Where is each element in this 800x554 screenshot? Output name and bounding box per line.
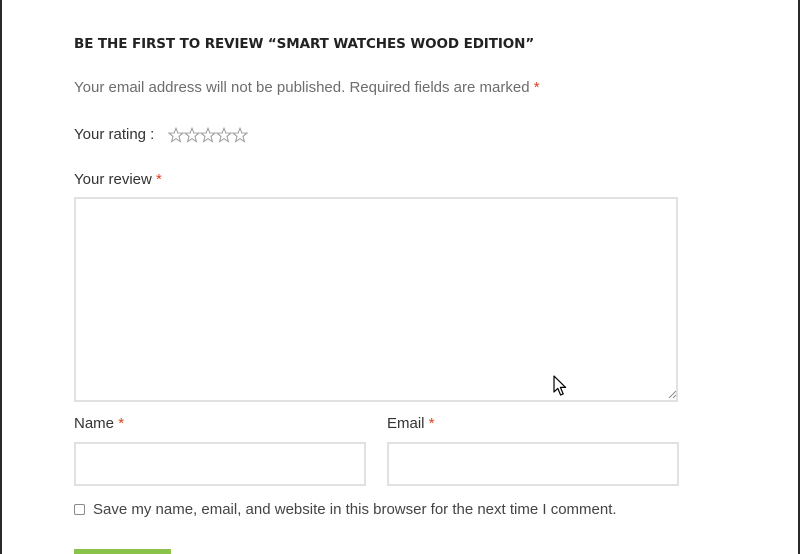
name-required-marker: * (118, 415, 125, 432)
cookies-consent-row: Save my name, email, and website in this… (74, 501, 617, 518)
comment-notes: Your email address will not be published… (74, 79, 540, 96)
review-required-marker: * (156, 171, 162, 188)
email-field[interactable] (387, 442, 679, 486)
star-2-icon[interactable] (183, 126, 201, 143)
review-form-title: BE THE FIRST TO REVIEW “SMART WATCHES WO… (74, 36, 535, 52)
star-rating (167, 126, 249, 143)
name-field[interactable] (74, 442, 366, 486)
submit-button[interactable] (74, 549, 171, 554)
cookies-consent-label: Save my name, email, and website in this… (93, 501, 617, 518)
comment-notes-text: Your email address will not be published… (74, 79, 530, 96)
required-marker: * (533, 79, 540, 96)
window-border-left (0, 0, 2, 554)
review-label: Your review * (74, 171, 162, 188)
star-3-icon[interactable] (199, 126, 217, 143)
star-5-icon[interactable] (231, 126, 249, 143)
name-label: Name * (74, 415, 124, 432)
email-label-text: Email (387, 415, 425, 432)
star-1-icon[interactable] (167, 126, 185, 143)
name-label-text: Name (74, 415, 115, 432)
star-4-icon[interactable] (215, 126, 233, 143)
review-label-text: Your review (74, 171, 152, 188)
mouse-pointer-icon (553, 375, 567, 396)
cookies-consent-checkbox[interactable] (74, 504, 85, 515)
resize-grip-icon[interactable] (667, 389, 677, 399)
rating-row: Your rating : (74, 126, 249, 143)
review-textarea[interactable] (74, 197, 678, 402)
email-label: Email * (387, 415, 435, 432)
rating-label: Your rating : (74, 126, 155, 143)
email-required-marker: * (428, 415, 435, 432)
